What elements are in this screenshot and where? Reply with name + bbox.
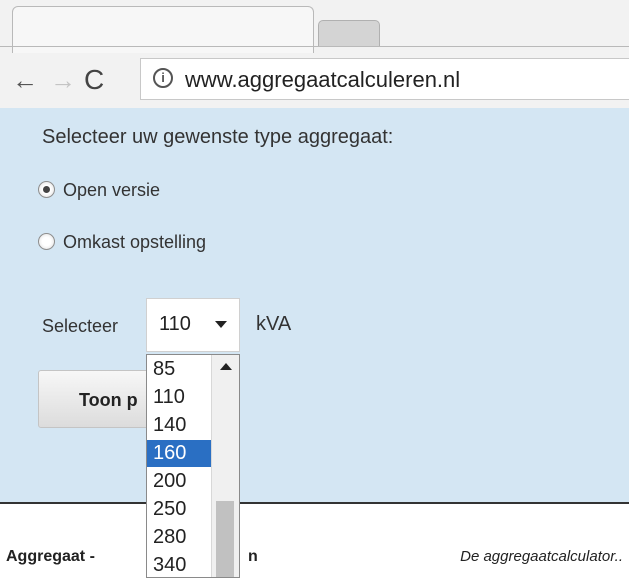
dropdown-scrollbar[interactable] (211, 355, 239, 577)
select-label: Selecteer (42, 316, 119, 336)
info-icon[interactable]: i (153, 68, 173, 88)
section-title: Aggregaat - (6, 548, 95, 565)
radio-open-versie[interactable]: Open versie (38, 180, 160, 201)
radio-label: Omkast opstelling (63, 232, 207, 252)
dropdown-option[interactable]: 280 (147, 524, 211, 551)
unit-label: kVA (256, 313, 292, 335)
section-title-end: n (248, 548, 258, 565)
radio-button-icon[interactable] (38, 232, 55, 250)
dropdown-option[interactable]: 85 (147, 356, 211, 383)
scroll-up-icon[interactable] (220, 363, 232, 370)
kva-dropdown-list[interactable]: 85 110 140 160 200 250 280 340 (146, 354, 240, 578)
select-value: 110 (159, 313, 191, 335)
dropdown-option-highlighted[interactable]: 160 (147, 440, 211, 467)
image-caption: De aggregaatcalculator.. (460, 548, 623, 565)
dropdown-option[interactable]: 200 (147, 468, 211, 495)
navigation-bar: ← → C i www.aggregaatcalculeren.nl (0, 52, 629, 108)
back-arrow-icon[interactable]: ← (12, 60, 38, 100)
url-text[interactable]: www.aggregaatcalculeren.nl (185, 67, 460, 93)
reload-icon[interactable]: C (84, 60, 104, 100)
radio-button-checked-icon[interactable] (38, 180, 55, 198)
address-bar[interactable]: i www.aggregaatcalculeren.nl (140, 58, 629, 100)
divider (0, 502, 629, 504)
dropdown-option[interactable]: 110 (147, 384, 211, 411)
forward-arrow-icon[interactable]: → (50, 60, 76, 100)
new-tab-button[interactable] (318, 20, 380, 47)
scroll-thumb[interactable] (216, 501, 234, 577)
radio-label: Open versie (63, 180, 161, 200)
dropdown-option[interactable]: 250 (147, 496, 211, 523)
dropdown-arrow-icon[interactable] (215, 321, 227, 328)
type-prompt: Selecteer uw gewenste type aggregaat: (42, 126, 394, 148)
browser-chrome: ← → C i www.aggregaatcalculeren.nl (0, 0, 629, 108)
calculator-panel: Selecteer uw gewenste type aggregaat: Op… (0, 108, 629, 502)
dropdown-option[interactable]: 340 (147, 552, 211, 577)
dropdown-option[interactable]: 140 (147, 412, 211, 439)
kva-select[interactable]: 110 (146, 298, 240, 352)
tab-divider (0, 46, 629, 47)
radio-omkast-opstelling[interactable]: Omkast opstelling (38, 232, 206, 253)
